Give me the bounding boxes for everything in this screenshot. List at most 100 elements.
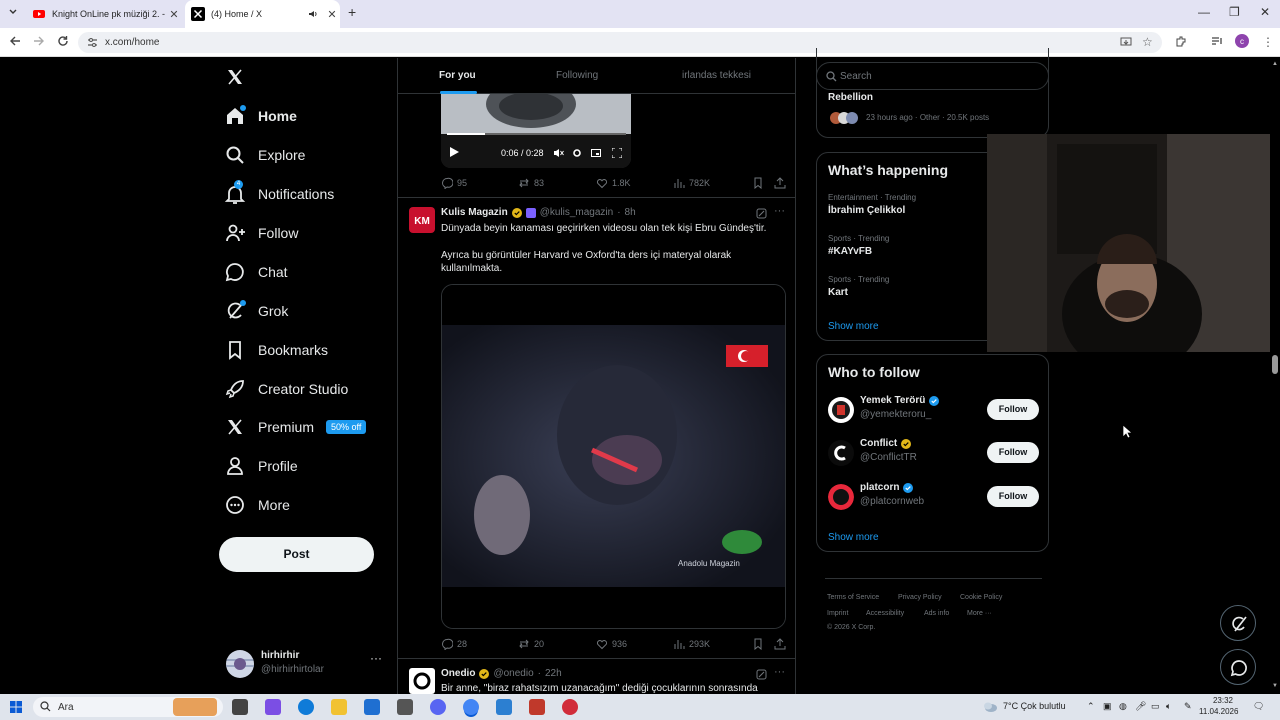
fullscreen-icon[interactable] [612,148,622,158]
reply-button[interactable]: 95 [441,177,467,189]
new-tab-icon[interactable]: + [348,4,356,20]
copilot-icon[interactable] [265,699,281,715]
repost-button[interactable]: 83 [518,177,544,189]
tab-search-icon[interactable] [8,7,18,17]
bookmark-star-icon[interactable]: ☆ [1142,35,1153,49]
close-tab-icon[interactable]: ✕ [324,8,340,21]
mail-icon[interactable] [364,699,380,715]
sidebar-item-home[interactable]: Home [224,101,297,131]
windows-start-icon[interactable] [10,701,22,713]
microphone-icon[interactable]: 🎤︎ [1135,701,1146,712]
clock-date[interactable]: 11.04.2026 [1199,707,1238,716]
bookmark-button[interactable] [752,638,764,650]
settings-icon[interactable] [572,148,582,158]
sidebar-item-notifications[interactable]: 4 Notifications [224,179,334,209]
close-window-icon[interactable]: ✕ [1260,5,1270,19]
sidebar-item-follow[interactable]: Follow [224,218,298,248]
author-handle[interactable]: @onedio [493,668,533,679]
scroll-thumb[interactable] [1272,355,1278,374]
sidebar-item-creator-studio[interactable]: Creator Studio [224,374,348,404]
discord-icon[interactable] [430,699,446,715]
grok-floating-button[interactable] [1220,605,1256,641]
task-view-icon[interactable] [232,699,248,715]
like-button[interactable]: 1.8K [596,177,631,189]
scroll-up-icon[interactable]: ▲ [1272,61,1278,67]
tweet-video[interactable]: Anadolu Magazin [441,284,786,629]
sidebar-item-premium[interactable]: Premium 50% off [224,412,367,442]
footer-link[interactable]: Ads info [924,610,949,617]
grok-action-icon[interactable] [756,669,767,680]
tab-irlandas-tekkesi[interactable]: irlandas tekkesi [682,70,751,81]
chrome-icon[interactable] [463,699,479,715]
chat-floating-button[interactable] [1220,649,1256,685]
footer-link[interactable]: Cookie Policy [960,594,1002,601]
reply-button[interactable]: 28 [441,638,467,650]
share-button[interactable] [774,177,786,189]
weather-icon[interactable] [982,699,998,713]
tweet-time[interactable]: 8h [625,207,636,218]
extensions-icon[interactable] [1175,35,1187,47]
search-input[interactable]: Search [816,62,1049,90]
tray-app-icon[interactable]: ◍ [1119,701,1127,712]
account-switcher[interactable]: hirhirhir @hirhirhirtolar ··· [224,646,384,682]
follow-button[interactable]: Follow [987,399,1039,420]
sidebar-item-more[interactable]: More [224,490,290,520]
footer-link[interactable]: Terms of Service [827,594,879,601]
volume-icon[interactable]: 🔈︎ [1166,701,1171,712]
follow-suggestion[interactable]: platcorn @platcornweb Follow [817,482,1050,512]
picture-in-picture-icon[interactable] [591,148,601,158]
page-scrollbar[interactable]: ▲ ▼ [1270,58,1280,694]
weather-text[interactable]: 7°C Çok bulutlu [1003,701,1066,711]
share-button[interactable] [774,638,786,650]
pen-icon[interactable]: ✎ [1184,701,1192,712]
tab-for-you[interactable]: For you [439,70,476,81]
install-app-icon[interactable] [1120,36,1132,48]
more-options-icon[interactable]: ··· [370,651,382,665]
tab-following[interactable]: Following [556,70,598,81]
more-options-icon[interactable]: ··· [774,205,785,217]
browser-menu-icon[interactable]: ⋮ [1262,35,1274,49]
game-icon[interactable] [529,699,545,715]
post-button[interactable]: Post [219,537,374,572]
site-info-icon[interactable] [87,37,98,48]
file-explorer-icon[interactable] [331,699,347,715]
show-hidden-icons-icon[interactable]: ⌃ [1087,701,1095,712]
sidebar-item-explore[interactable]: Explore [224,140,305,170]
taskbar-search[interactable]: Ara [33,697,223,717]
footer-link[interactable]: More ··· [967,610,992,617]
footer-link[interactable]: Accessibility [866,610,904,617]
browser-tab-x[interactable]: (4) Home / X ✕ [185,0,340,28]
back-icon[interactable] [9,35,21,47]
sidebar-item-chat[interactable]: Chat [224,257,288,287]
tray-app-icon[interactable]: ▣ [1103,701,1112,712]
profile-avatar-icon[interactable]: c [1235,34,1249,48]
app-icon[interactable] [562,699,578,715]
trend-item[interactable]: Sports · Trending Kart [828,275,889,298]
speaker-icon[interactable] [308,9,324,19]
media-control-icon[interactable] [1211,35,1223,47]
author-name[interactable]: Kulis Magazin [441,207,508,218]
more-options-icon[interactable]: ··· [774,666,785,678]
store-icon[interactable] [397,699,413,715]
tweet-time[interactable]: 22h [545,668,562,679]
show-more-link[interactable]: Show more [828,532,879,543]
tweet[interactable]: 0:06 / 0:28 95 83 1.8K 782K [398,94,795,198]
views-button[interactable]: 782K [673,177,710,189]
follow-button[interactable]: Follow [987,442,1039,463]
maximize-icon[interactable]: ❐ [1229,5,1240,19]
follow-suggestion[interactable]: Yemek Terörü @yemekteroru_ Follow [817,395,1050,425]
video-progress-track[interactable] [447,133,626,135]
forward-icon[interactable] [33,35,45,47]
views-button[interactable]: 293K [673,638,710,650]
scroll-down-icon[interactable]: ▼ [1272,683,1278,689]
author-name[interactable]: Onedio [441,668,475,679]
author-handle[interactable]: @kulis_magazin [540,207,614,218]
tweet[interactable]: KM Kulis Magazin @kulis_magazin · 8h ···… [398,199,795,659]
browser-tab-youtube[interactable]: Knight OnLine pk müziği 2. - Yo ✕ [26,0,182,28]
trend-item[interactable]: Sports · Trending #KAYvFB [828,234,889,257]
clock-time[interactable]: 23:32 [1205,696,1233,705]
like-button[interactable]: 936 [596,638,627,650]
follow-suggestion[interactable]: Conflict @ConflictTR Follow [817,438,1050,468]
close-tab-icon[interactable]: ✕ [166,8,182,21]
edge-icon[interactable] [298,699,314,715]
